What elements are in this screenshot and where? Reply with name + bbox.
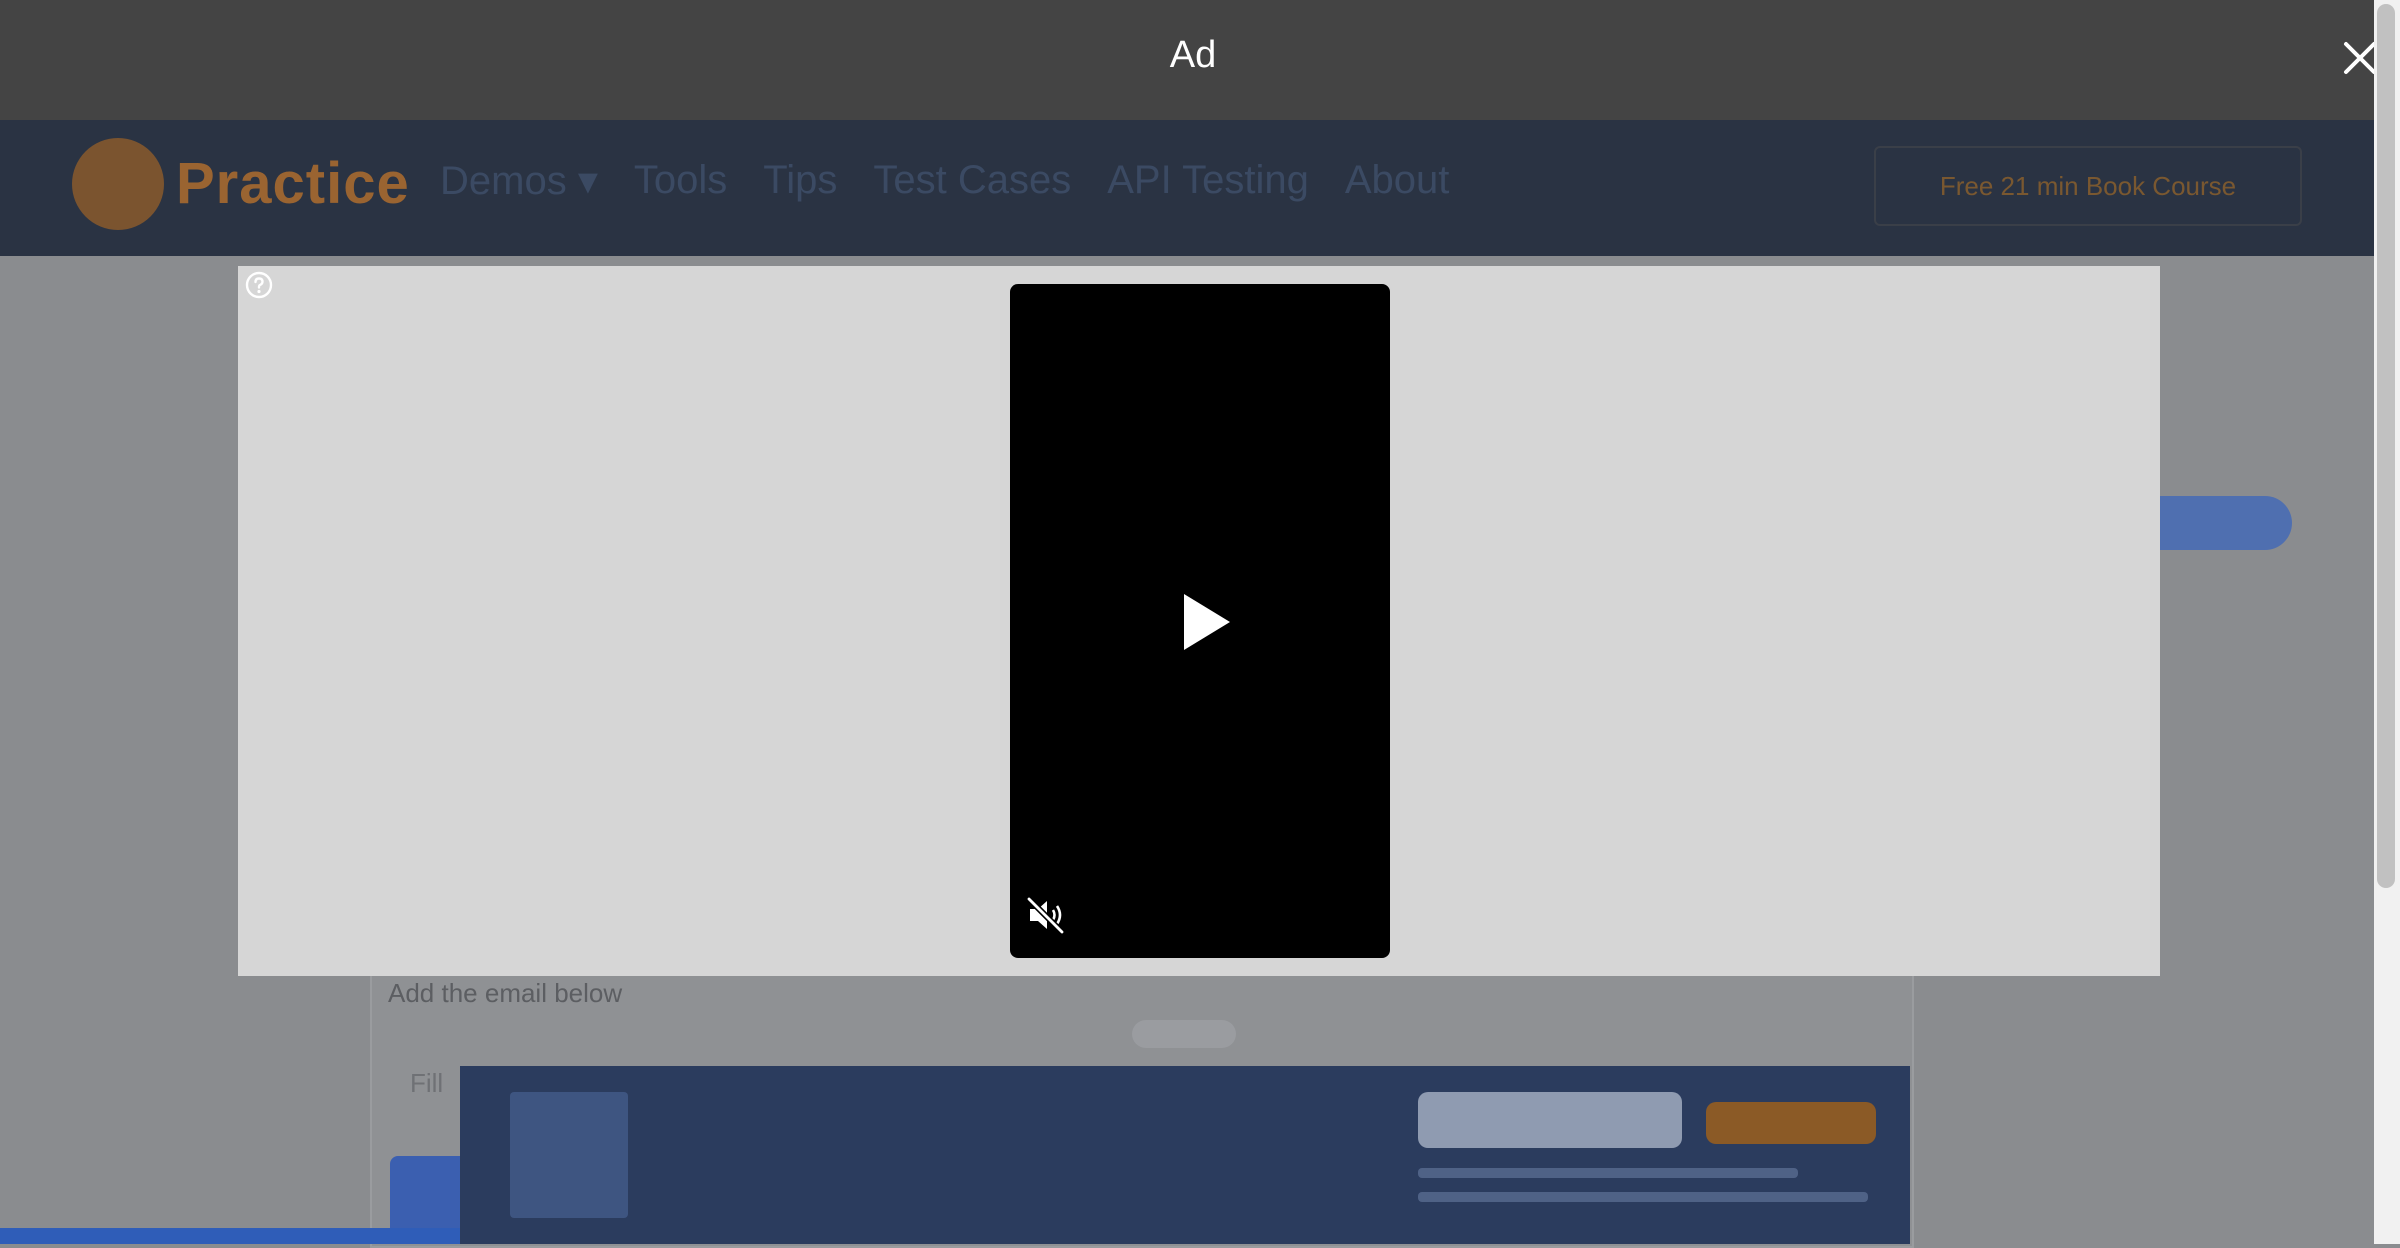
ad-label: Ad	[1169, 34, 1217, 76]
site-nav: Demos ▾ Tools Tips Test Cases API Testin…	[440, 158, 1449, 204]
play-icon[interactable]	[1176, 590, 1236, 654]
nav-item-tools: Tools	[633, 158, 728, 202]
scrollbar-thumb[interactable]	[2377, 4, 2395, 888]
question-circle-icon[interactable]	[244, 270, 274, 300]
site-bottom-bar	[0, 1228, 460, 1244]
newsletter-subscribe-button	[1706, 1102, 1876, 1144]
muted-speaker-icon[interactable]	[1026, 896, 1066, 935]
nav-item-tips: Tips	[763, 158, 838, 202]
site-form-label: Add the email below	[388, 978, 623, 1008]
site-logo-text: Practice	[176, 151, 410, 216]
newsletter-text	[1418, 1168, 1878, 1224]
site-cta-button: Free 21 min Book Course	[1874, 146, 2302, 226]
nav-item-test-cases: Test Cases	[873, 158, 1072, 202]
newsletter-email-input	[1418, 1092, 1682, 1148]
nav-item-about: About	[1344, 158, 1450, 202]
site-form-text: Fill	[410, 1068, 444, 1098]
nav-item-api-testing: API Testing	[1107, 158, 1309, 202]
site-logo-icon	[72, 138, 164, 230]
newsletter-logo-icon	[510, 1092, 628, 1218]
nav-item-demos: Demos ▾	[440, 159, 598, 203]
site-form-toggle	[1132, 1020, 1236, 1048]
